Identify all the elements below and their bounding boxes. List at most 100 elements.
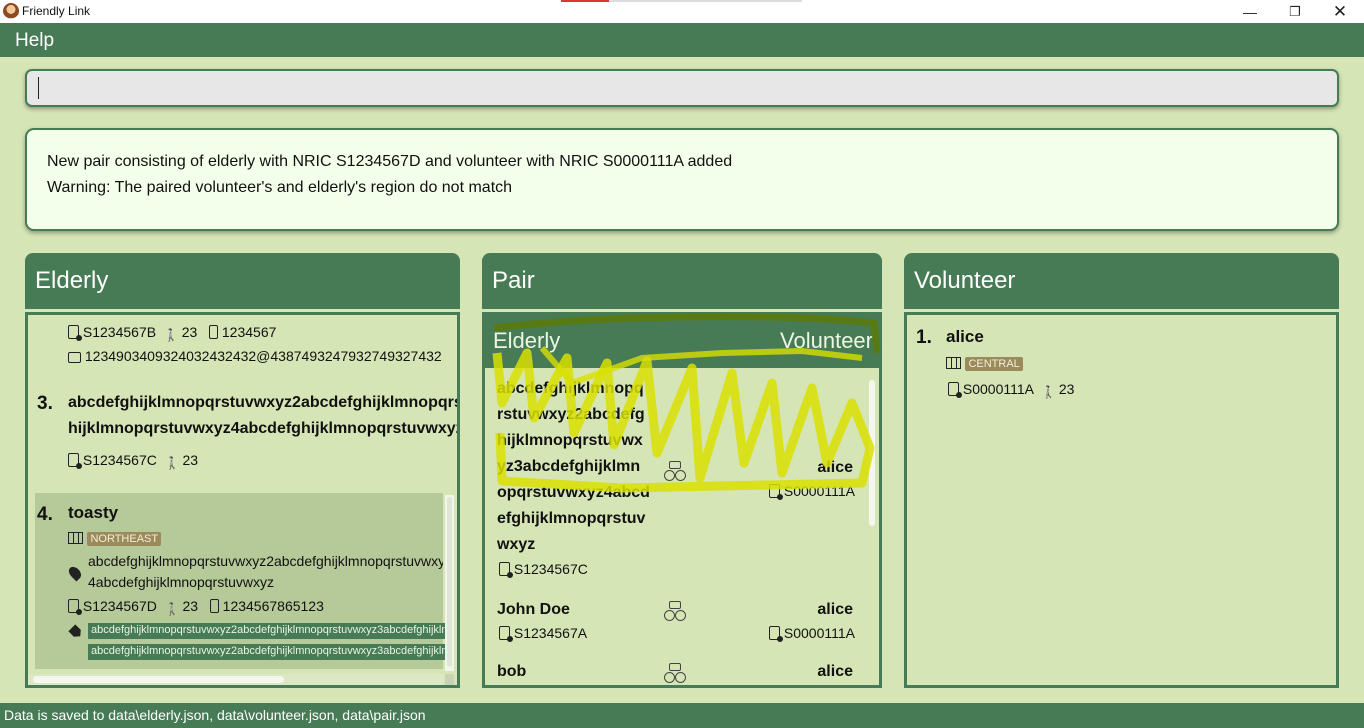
pair-volunteer-name: alice [817, 663, 853, 680]
elderly-tag: abcdefghijklmnopqrstuvwxyz2abcdefghijklm… [88, 623, 448, 639]
result-warning: Warning: The paired volunteer's and elde… [47, 179, 513, 196]
volunteer-details-row: S0000111A 23 [948, 381, 1075, 398]
nric-icon [499, 562, 513, 578]
elderly-age: 23 [182, 452, 199, 468]
pair-card[interactable]: bob alice [485, 655, 879, 685]
elderly-email-row: 12349034093240324324​32@4387493247932749… [68, 348, 442, 364]
nric-icon [68, 453, 82, 469]
horizontal-scrollbar-track[interactable] [28, 674, 444, 685]
elderly-nric: S1234567C [82, 452, 157, 468]
elderly-nric: S1234567B [82, 324, 157, 340]
volunteer-list[interactable]: 1. alice CENTRAL S0000111A 23 [904, 312, 1339, 688]
elderly-panel-header: Elderly [25, 253, 460, 309]
region-badge: CENTRAL [965, 357, 1023, 371]
elderly-name-line: abcdefghijklmnopqrstuvwxyz2abcdefghijklm… [68, 394, 457, 411]
volunteer-card[interactable]: 1. alice CENTRAL S0000111A 23 [907, 315, 1336, 410]
elderly-name: toasty [68, 503, 119, 522]
restore-button[interactable]: ❐ [1272, 0, 1318, 23]
elderly-details-row: S1234567C 23 [68, 452, 199, 469]
elderly-address: abcdefghijklmnopqrstuvwxyz2abcdefghijklm… [88, 553, 443, 569]
status-bar: Data is saved to data\elderly.json, data… [0, 703, 1364, 728]
age-icon [164, 326, 178, 340]
text-caret [38, 77, 39, 99]
phone-icon [209, 599, 219, 613]
nric-icon [499, 626, 513, 642]
pair-elderly-name: John Doe [497, 601, 570, 618]
elderly-details-row: S1234567D 23 1234567865123 [68, 598, 324, 615]
pair-volunteer-name: alice [817, 601, 853, 618]
elderly-tag: abcdefghijklmnopqrstuvwxyz2abcdefghijklm… [88, 644, 448, 660]
help-menu[interactable]: Help [15, 30, 54, 52]
elderly-name-line: hijklmnopqrstuvwxyz4abcdefghijklmnopqrst… [68, 420, 460, 437]
map-icon [946, 357, 961, 369]
pair-elderly-nric: S1234567A [513, 625, 588, 641]
volunteer-region-row: CENTRAL [946, 354, 1023, 372]
result-display: New pair consisting of elderly with NRIC… [25, 128, 1339, 231]
vertical-scrollbar-track[interactable] [445, 495, 454, 671]
scribble-yellow-accent [539, 346, 863, 387]
app-logo-icon [3, 3, 19, 19]
elderly-list[interactable]: S1234567B 23 1234567 1234903409324032432… [25, 312, 460, 688]
email-icon [68, 352, 81, 363]
pair-elderly-name-line: wxyz [497, 536, 536, 553]
horizontal-scrollbar-thumb[interactable] [33, 676, 284, 683]
nric-icon [948, 382, 962, 398]
result-line: New pair consisting of elderly with NRIC… [47, 153, 733, 170]
volunteer-nric: S0000111A [962, 381, 1034, 397]
elderly-index: 3. [37, 393, 53, 414]
nric-icon [68, 599, 82, 615]
pair-panel: Pair Elderly Volunteer abcdefghijklmnopq… [482, 253, 882, 688]
volunteer-panel-header: Volunteer [904, 253, 1339, 309]
pair-elderly-name: bob [497, 663, 527, 680]
close-button[interactable]: ✕ [1317, 0, 1363, 23]
status-text: Data is saved to data\elderly.json, data… [4, 707, 426, 723]
volunteer-panel-title: Volunteer [914, 267, 1016, 294]
pair-card[interactable]: John Doe S1234567A alice S0000111A [485, 593, 879, 653]
elderly-details-row: S1234567B 23 1234567 [68, 324, 277, 341]
window-titlebar: Friendly Link — ❐ ✕ [0, 0, 1364, 23]
title-accent-grey [609, 0, 802, 2]
nric-icon [68, 325, 82, 341]
map-icon [68, 532, 83, 544]
scribble-top-stroke [493, 313, 881, 354]
command-input[interactable] [25, 69, 1339, 107]
tag-icon [68, 624, 84, 640]
elderly-address: 4abcdefghijklmnopqrstuvwxyz [88, 574, 274, 590]
age-icon [165, 600, 179, 614]
pair-elderly-nric-row: S1234567C [499, 561, 588, 578]
elderly-phone: 1234567 [221, 324, 277, 340]
volunteer-name: alice [946, 327, 984, 346]
window-title: Friendly Link [22, 4, 91, 18]
phone-icon [209, 325, 218, 339]
scrollbar-corner [445, 674, 454, 685]
pair-volunteer-nric-row: S0000111A [769, 625, 855, 642]
nric-icon [769, 626, 783, 642]
pair-volunteer-nric: S0000111A [783, 625, 855, 641]
elderly-age: 23 [181, 324, 198, 340]
volunteer-index: 1. [916, 327, 932, 348]
elderly-nric: S1234567D [82, 598, 157, 614]
restore-icon: ❐ [1289, 3, 1301, 19]
title-accent [561, 0, 609, 2]
region-badge: NORTHEAST [87, 532, 162, 546]
pair-elderly-nric-row: S1234567A [499, 625, 588, 642]
minimize-button[interactable]: — [1227, 0, 1273, 23]
menu-bar: Help [0, 23, 1364, 57]
pair-panel-header: Pair [482, 253, 882, 309]
volunteer-age: 23 [1058, 381, 1075, 397]
pair-elderly-nric: S1234567C [513, 561, 588, 577]
elderly-region-row: NORTHEAST [68, 529, 162, 547]
scribble-yellow-stroke [492, 348, 875, 493]
highlighter-scribble [492, 313, 881, 493]
close-icon: ✕ [1332, 1, 1348, 21]
elderly-card-selected[interactable]: 4. toasty NORTHEAST abcdefghijklmnopqrst… [35, 493, 448, 669]
vertical-scrollbar-thumb[interactable] [447, 497, 452, 667]
pair-link-icon [663, 663, 687, 685]
elderly-age: 23 [182, 598, 199, 614]
elderly-panel: Elderly S1234567B 23 1234567 12349034093… [25, 253, 460, 688]
pair-elderly-name-line: efghijklmnopqrstuv [497, 510, 646, 527]
volunteer-panel: Volunteer 1. alice CENTRAL S0000111A 23 [904, 253, 1339, 688]
age-icon [1041, 383, 1055, 397]
elderly-index: 4. [37, 504, 53, 525]
pair-panel-title: Pair [492, 267, 535, 294]
